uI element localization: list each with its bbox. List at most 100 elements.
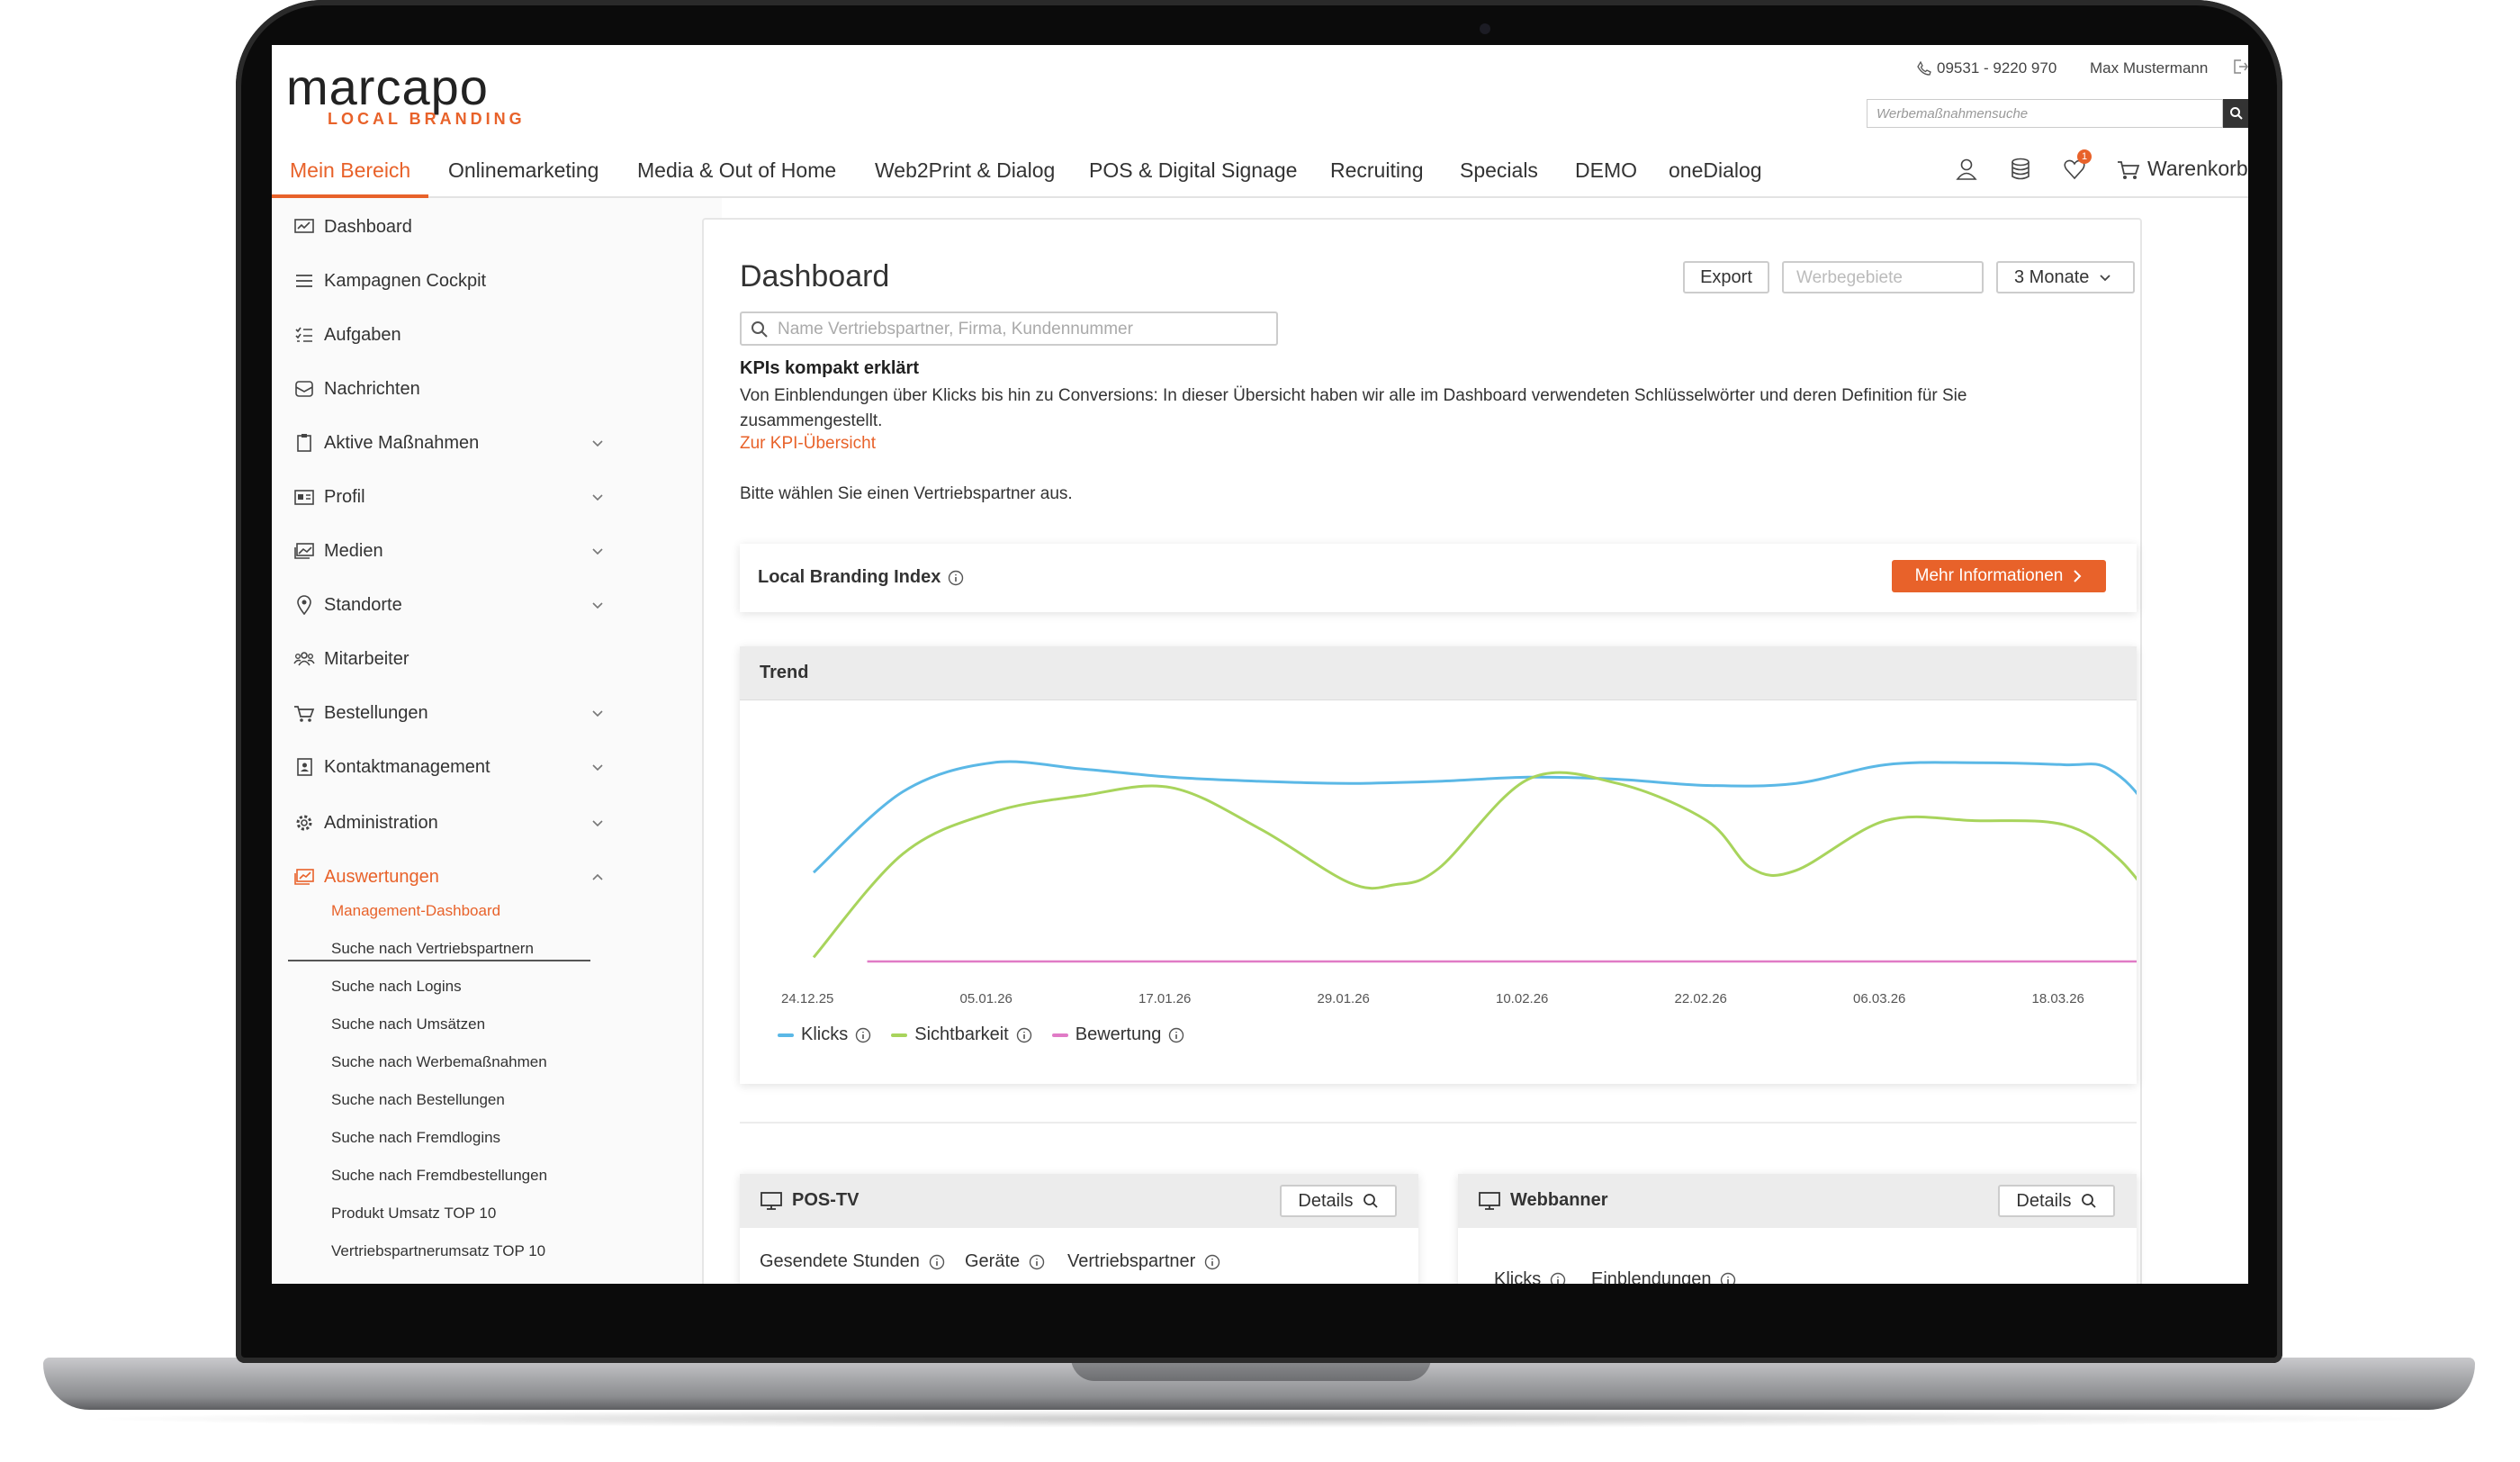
sidebar-item-aktive-massnahmen[interactable]: Aktive Maßnahmen — [293, 427, 605, 459]
cart-icon[interactable] — [2117, 157, 2140, 182]
chevron-up-icon[interactable] — [590, 870, 605, 884]
info-icon[interactable] — [929, 1254, 945, 1270]
period-select-value: 3 Monate — [2014, 266, 2090, 287]
message-icon — [295, 381, 313, 397]
info-icon[interactable] — [1204, 1254, 1220, 1270]
x-tick-label: 10.02.26 — [1496, 991, 1548, 1006]
chevron-down-icon[interactable] — [590, 544, 605, 558]
subitem-vertriebspartnerumsatz-top10[interactable]: Vertriebspartnerumsatz TOP 10 — [331, 1242, 545, 1260]
phone-number: 09531 - 9220 970 — [1937, 59, 2057, 77]
export-button[interactable]: Export — [1683, 261, 1769, 293]
x-tick-label: 22.02.26 — [1675, 991, 1727, 1006]
x-tick-label: 29.01.26 — [1318, 991, 1370, 1006]
sidebar: Dashboard Kampagnen Cockpit Aufgaben Nac… — [272, 198, 722, 1284]
chevron-down-icon[interactable] — [590, 436, 605, 450]
legend-item-klicks[interactable]: Klicks — [778, 1024, 871, 1045]
subitem-suche-bestellungen[interactable]: Suche nach Bestellungen — [331, 1091, 505, 1109]
logout-icon[interactable] — [2232, 58, 2248, 76]
sidebar-item-kampagnen-cockpit[interactable]: Kampagnen Cockpit — [293, 265, 605, 297]
info-icon[interactable] — [1550, 1272, 1566, 1285]
info-icon[interactable] — [1029, 1254, 1045, 1270]
period-select[interactable]: 3 Monate — [1996, 261, 2135, 293]
series-line-sichtbarkeit — [812, 771, 2137, 959]
subitem-suche-vertriebspartnern[interactable]: Suche nach Vertriebspartnern — [331, 940, 534, 958]
sidebar-item-profil[interactable]: Profil — [293, 481, 605, 513]
sidebar-item-bestellungen[interactable]: Bestellungen — [293, 697, 605, 729]
webbanner-details-button[interactable]: Details — [1998, 1185, 2115, 1217]
nav-item-mein-bereich[interactable]: Mein Bereich — [290, 158, 410, 183]
more-info-button[interactable]: Mehr Informationen — [1892, 560, 2106, 592]
chevron-down-icon[interactable] — [590, 490, 605, 504]
nav-item-pos-signage[interactable]: POS & Digital Signage — [1089, 158, 1297, 183]
nav-item-onlinemarketing[interactable]: Onlinemarketing — [448, 158, 598, 183]
camera-dot — [1480, 23, 1490, 34]
sidebar-item-administration[interactable]: Administration — [293, 807, 605, 839]
sidebar-item-auswertungen[interactable]: Auswertungen — [293, 861, 605, 893]
nav-item-onedialog[interactable]: oneDialog — [1669, 158, 1762, 183]
nav-item-recruiting[interactable]: Recruiting — [1330, 158, 1424, 183]
pos-tv-panel: POS-TV Details Gesendete Stunden Geräte — [740, 1174, 1418, 1284]
kpi-overview-link[interactable]: Zur KPI-Übersicht — [740, 434, 876, 454]
sidebar-item-label: Aktive Maßnahmen — [324, 432, 480, 453]
regions-input[interactable]: Werbegebiete — [1782, 261, 1984, 293]
info-icon[interactable] — [1016, 1027, 1032, 1043]
x-tick-label: 24.12.25 — [781, 991, 833, 1006]
measure-search-button[interactable] — [2223, 99, 2248, 128]
measure-search-input[interactable]: Werbemaßnahmensuche — [1867, 99, 2223, 128]
legend-item-bewertung[interactable]: Bewertung — [1051, 1024, 1185, 1045]
sidebar-item-kontaktmanagement[interactable]: Kontaktmanagement — [293, 751, 605, 783]
search-icon — [2081, 1194, 2096, 1208]
database-icon[interactable] — [2009, 157, 2032, 182]
partner-search-input[interactable]: Name Vertriebspartner, Firma, Kundennumm… — [740, 311, 1278, 346]
chevron-down-icon[interactable] — [590, 760, 605, 774]
phone-contact[interactable]: 09531 - 9220 970 — [1917, 59, 2056, 77]
chevron-down-icon — [2100, 275, 2111, 282]
sidebar-item-dashboard[interactable]: Dashboard — [293, 211, 605, 243]
sidebar-item-aufgaben[interactable]: Aufgaben — [293, 319, 605, 351]
laptop-shadow — [72, 1410, 2448, 1428]
subitem-suche-umsaetzen[interactable]: Suche nach Umsätzen — [331, 1015, 485, 1033]
legend-label: Sichtbarkeit — [914, 1024, 1009, 1044]
cart-label[interactable]: Warenkorb — [2147, 157, 2248, 181]
nav-item-demo[interactable]: DEMO — [1575, 158, 1637, 183]
images-icon — [294, 543, 314, 559]
legend-swatch — [891, 1033, 908, 1037]
sidebar-item-nachrichten[interactable]: Nachrichten — [293, 373, 605, 405]
metric-devices: Geräte — [965, 1251, 1045, 1272]
analytics-icon — [294, 869, 314, 885]
sidebar-item-standorte[interactable]: Standorte — [293, 589, 605, 621]
subitem-produkt-umsatz-top10[interactable]: Produkt Umsatz TOP 10 — [331, 1205, 496, 1223]
subitem-management-dashboard[interactable]: Management-Dashboard — [331, 902, 500, 920]
subitem-suche-fremdlogins[interactable]: Suche nach Fremdlogins — [331, 1129, 500, 1147]
nav-item-media-ooh[interactable]: Media & Out of Home — [637, 158, 836, 183]
subitem-suche-werbemassnahmen[interactable]: Suche nach Werbemaßnahmen — [331, 1053, 547, 1071]
main-nav: Mein Bereich Onlinemarketing Media & Out… — [272, 146, 2248, 198]
account-icon[interactable] — [1955, 157, 1978, 182]
info-icon[interactable] — [948, 570, 964, 586]
menu-lines-icon — [296, 275, 312, 287]
dashboard-card: Dashboard Export Werbegebiete 3 Monate N… — [702, 218, 2142, 1284]
info-icon[interactable] — [1720, 1272, 1736, 1285]
chevron-down-icon[interactable] — [590, 598, 605, 612]
sidebar-item-mitarbeiter[interactable]: Mitarbeiter — [293, 643, 605, 675]
legend-item-sichtbarkeit[interactable]: Sichtbarkeit — [891, 1024, 1032, 1045]
info-icon[interactable] — [855, 1027, 871, 1043]
subitem-suche-logins[interactable]: Suche nach Logins — [331, 978, 462, 996]
lbi-label-wrap: Local Branding Index — [758, 567, 964, 588]
pos-tv-details-button[interactable]: Details — [1280, 1185, 1397, 1217]
sidebar-item-label: Administration — [324, 812, 438, 833]
nav-item-web2print[interactable]: Web2Print & Dialog — [875, 158, 1055, 183]
chevron-down-icon[interactable] — [590, 816, 605, 830]
brand-logo[interactable]: marcapo — [286, 58, 489, 116]
chevron-down-icon[interactable] — [590, 706, 605, 720]
sidebar-item-medien[interactable]: Medien — [293, 535, 605, 567]
subitem-suche-fremdbestellungen[interactable]: Suche nach Fremdbestellungen — [331, 1167, 547, 1185]
sidebar-divider — [288, 960, 590, 961]
info-icon[interactable] — [1168, 1027, 1184, 1043]
nav-item-specials[interactable]: Specials — [1460, 158, 1538, 183]
monitor-icon — [1479, 1191, 1500, 1210]
task-list-icon — [295, 327, 312, 342]
webbanner-header: Webbanner Details — [1458, 1174, 2137, 1228]
user-name[interactable]: Max Mustermann — [2090, 59, 2208, 77]
app-screen: marcapo LOCAL BRANDING 09531 - 9220 970 … — [272, 45, 2248, 1284]
